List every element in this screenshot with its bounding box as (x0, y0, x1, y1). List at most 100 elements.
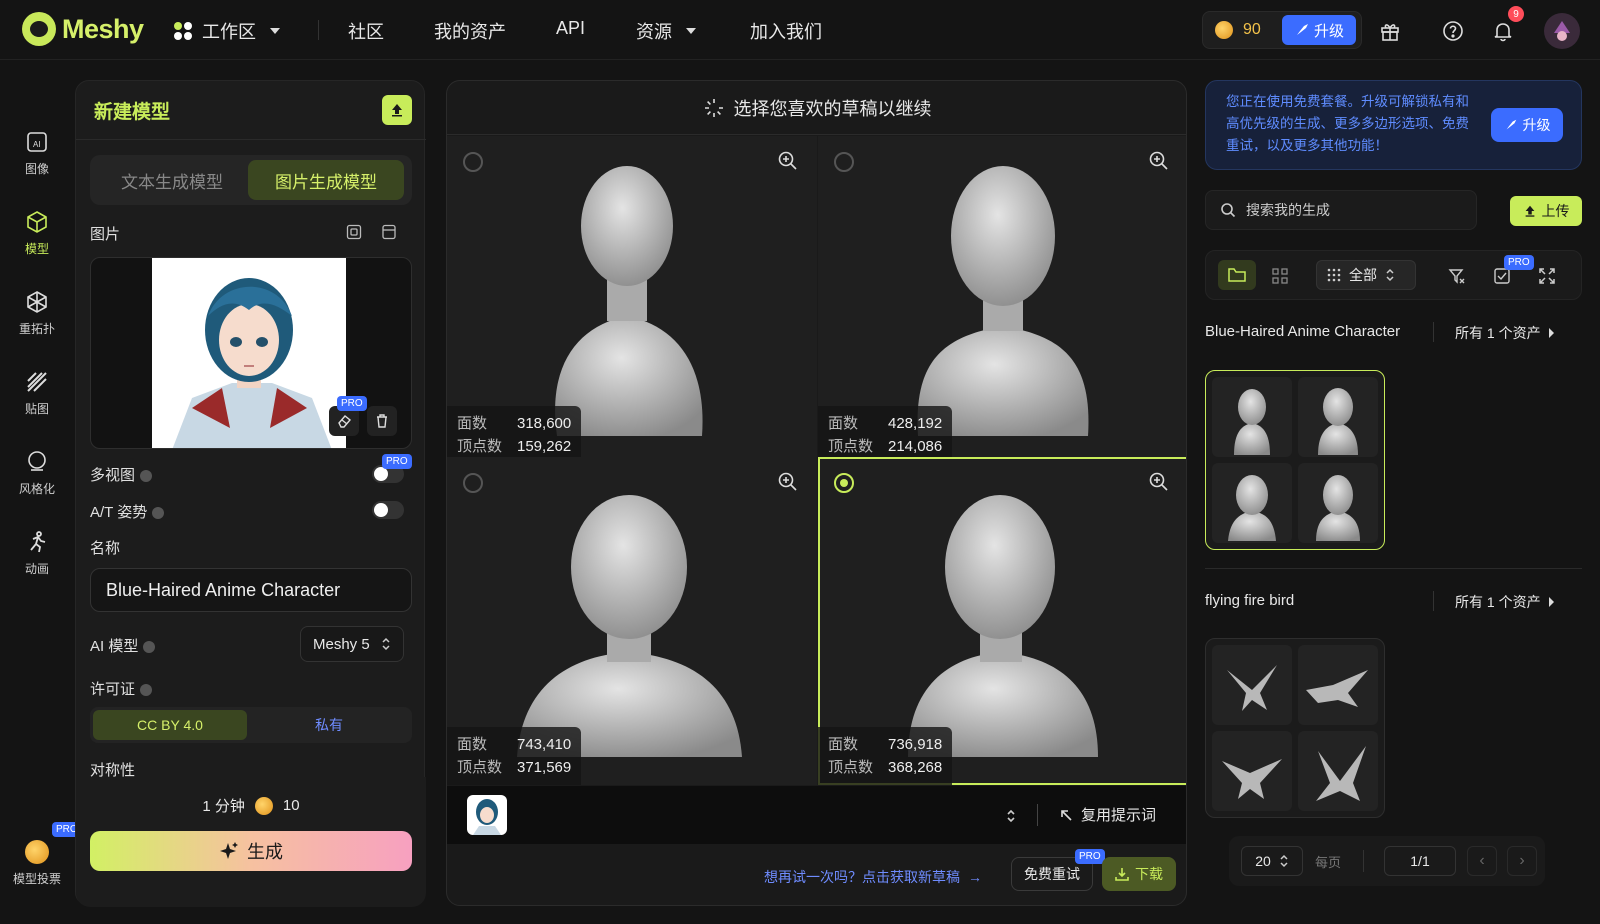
download-button[interactable]: 下载 (1102, 857, 1176, 891)
zoom-in-icon[interactable] (1148, 471, 1170, 493)
upload-button[interactable] (382, 95, 412, 125)
license-cc-by[interactable]: CC BY 4.0 (93, 710, 247, 740)
single-image-icon[interactable] (381, 224, 397, 240)
draft-select-radio[interactable] (463, 473, 483, 493)
nav-my-assets[interactable]: 我的资产 (434, 18, 506, 44)
draft-select-radio[interactable] (834, 473, 854, 493)
mesh-stats: 面数 318,600 顶点数 159,262 (447, 406, 582, 464)
arrow-right-icon: → (968, 869, 982, 885)
zoom-in-icon[interactable] (1148, 150, 1170, 172)
bell-icon[interactable] (1490, 18, 1516, 44)
draft-card-selected[interactable]: 面数 736,918 顶点数 368,268 (818, 457, 1186, 785)
cost-value: 10 (282, 797, 300, 814)
prompt-thumbnail[interactable] (467, 795, 507, 835)
nav-join-us[interactable]: 加入我们 (750, 18, 822, 44)
stylize-icon (28, 451, 46, 471)
pose-toggle[interactable] (372, 501, 404, 519)
nav-api[interactable]: API (556, 18, 585, 39)
filter-select[interactable]: 全部 (1316, 260, 1416, 290)
credit-count: 90 (1243, 21, 1261, 38)
new-model-panel: 新建模型 文本生成模型 图片生成模型 图片 PRO 多视图 PRO A/T 姿势… (75, 80, 426, 907)
upgrade-button[interactable]: 升级 (1491, 108, 1563, 142)
view-all-assets-link[interactable]: 所有 1 个资产 (1455, 592, 1554, 612)
search-input[interactable]: 搜索我的生成 (1205, 190, 1477, 230)
asset-card-selected[interactable] (1205, 370, 1385, 550)
vertices-value: 368,268 (888, 759, 943, 776)
mesh-stats: 面数 428,192 顶点数 214,086 (818, 406, 953, 464)
rocket-icon (1296, 24, 1308, 35)
ai-model-select[interactable]: Meshy 5 (300, 626, 404, 662)
download-label: 下载 (1135, 866, 1163, 882)
rail-item-retopology[interactable]: 重拓扑 (0, 290, 74, 337)
next-page-button[interactable]: › (1507, 846, 1537, 876)
bird-thumb-image (1316, 746, 1366, 801)
rocket-icon (1506, 119, 1516, 130)
grid-view-icon[interactable] (1272, 268, 1288, 284)
draft-card[interactable]: 面数 318,600 顶点数 159,262 (447, 136, 817, 464)
image-dropzone[interactable]: PRO (90, 257, 412, 449)
generate-footer: 1 分钟 10 生成 (76, 777, 426, 907)
prev-page-button[interactable]: ‹ (1467, 846, 1497, 876)
retry-hint-link[interactable]: 想再试一次吗？点击获取新草稿 → (764, 867, 982, 887)
page-input[interactable]: 1/1 (1384, 846, 1456, 876)
zoom-in-icon[interactable] (777, 150, 799, 172)
draft-card[interactable]: 面数 428,192 顶点数 214,086 (818, 136, 1186, 464)
license-private[interactable]: 私有 (250, 710, 408, 740)
rail-item-stylize[interactable]: 风格化 (0, 450, 74, 497)
expand-icon[interactable] (1538, 267, 1556, 285)
ai-image-icon: AI (27, 132, 47, 152)
nav-workspace[interactable]: 工作区 (172, 18, 280, 44)
generate-button[interactable]: 生成 (90, 831, 412, 871)
tab-image-to-model[interactable]: 图片生成模型 (248, 160, 404, 200)
asset-thumbnail (1298, 731, 1378, 811)
asset-thumbnail (1212, 731, 1292, 811)
arrow-up-left-icon (1061, 809, 1072, 821)
chevron-down-icon (270, 28, 280, 34)
rail-item-texture[interactable]: 贴图 (0, 370, 74, 417)
chevron-updown-icon (1386, 268, 1394, 282)
page-size-select[interactable]: 20 (1241, 846, 1303, 876)
upload-label: 上传 (1541, 203, 1570, 219)
rail-item-image[interactable]: AI 图像 (0, 130, 74, 177)
name-label: 名称 (90, 540, 121, 557)
view-all-assets-link[interactable]: 所有 1 个资产 (1455, 323, 1554, 343)
logo[interactable]: Meshy (22, 12, 144, 46)
folder-view-button[interactable] (1218, 260, 1256, 290)
nav-community[interactable]: 社区 (348, 18, 384, 44)
filter-funnel-icon[interactable] (1448, 267, 1466, 285)
rail-item-model[interactable]: 模型 (0, 210, 74, 257)
name-input[interactable]: Blue-Haired Anime Character (90, 568, 412, 612)
bird-thumb-image (1222, 759, 1282, 799)
upgrade-button[interactable]: 升级 (1282, 15, 1356, 45)
draft-select-radio[interactable] (834, 152, 854, 172)
asset-card[interactable] (1205, 638, 1385, 818)
wizard-avatar-icon (1554, 21, 1570, 41)
faces-value: 318,600 (517, 415, 572, 432)
draft-card[interactable]: 面数 743,410 顶点数 371,569 (447, 457, 817, 785)
chevron-updown-icon[interactable] (1005, 808, 1017, 824)
zoom-in-icon[interactable] (777, 471, 799, 493)
vertices-label: 顶点数 (457, 438, 503, 455)
rail-item-model-vote[interactable]: 模型投票 (0, 840, 74, 887)
multi-image-icon[interactable] (346, 224, 362, 240)
info-icon (140, 684, 153, 697)
tab-text-to-model[interactable]: 文本生成模型 (98, 160, 246, 200)
delete-image-button[interactable] (367, 406, 397, 436)
draft-select-radio[interactable] (463, 152, 483, 172)
faces-label: 面数 (828, 736, 859, 753)
brand-name: Meshy (62, 13, 144, 44)
rail-item-animation[interactable]: 动画 (0, 530, 74, 577)
anime-character-image (172, 278, 332, 448)
divider (1363, 850, 1364, 872)
reuse-prompt-button[interactable]: 复用提示词 (1059, 804, 1156, 825)
faces-label: 面数 (457, 736, 488, 753)
gift-icon[interactable] (1377, 18, 1403, 44)
bust-thumb-image (1318, 388, 1358, 455)
nav-resources[interactable]: 资源 (636, 18, 696, 44)
help-icon[interactable] (1440, 18, 1466, 44)
license-segment: CC BY 4.0 私有 (90, 707, 412, 743)
top-bar: Meshy 工作区 社区 我的资产 API 资源 加入我们 90 升级 9 (0, 0, 1600, 60)
upload-button[interactable]: 上传 (1510, 196, 1582, 226)
avatar[interactable] (1544, 13, 1580, 49)
eraser-icon (338, 415, 352, 428)
